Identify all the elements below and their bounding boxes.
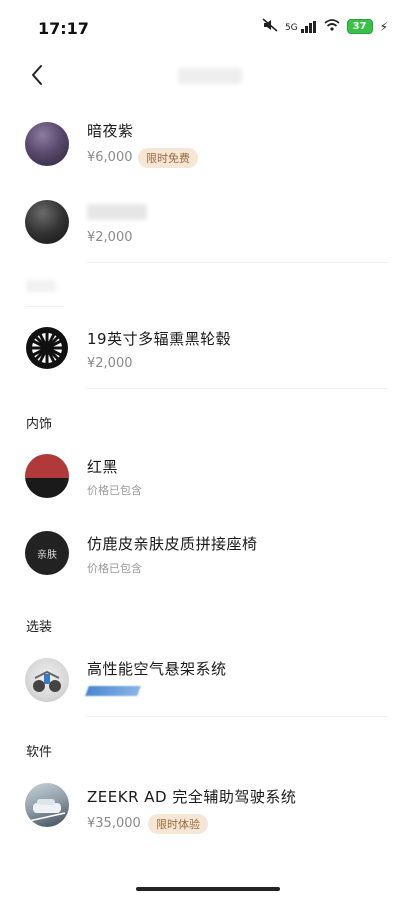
section-title-options: 选装 [26,620,53,635]
signal-icon: 5G [284,20,317,33]
list-item-air-suspension[interactable]: 高性能空气悬架系统 [0,640,414,750]
air-suspension-thumb [25,658,69,702]
status-time: 17:17 [38,19,89,38]
item-title: 高性能空气悬架系统 [87,660,227,678]
divider [87,716,388,717]
item-subtitle: 价格已包含 [87,484,142,497]
wheel-icon [25,326,69,370]
item-price: ¥35,000 [87,816,141,831]
divider [87,262,388,263]
nav-bar [0,56,414,96]
list-item-zeekr-ad[interactable]: ZEEKR AD 完全辅助驾驶系统 ¥35,000 限时体验 [0,770,414,880]
list-item-seat[interactable]: 亲肤 仿鹿皮亲肤皮质拼接座椅 价格已包含 [0,520,414,630]
badge-trial: 限时体验 [148,814,208,834]
section-title-interior: 内饰 [26,417,53,432]
item-subtitle: 价格已包含 [87,562,142,575]
item-price: ¥2,000 [87,230,133,245]
item-title: 19英寸多辐熏黑轮毂 [87,330,232,348]
thumb-label: 亲肤 [37,549,57,561]
item-title: ZEEKR AD 完全辅助驾驶系统 [87,788,297,806]
seat-material-thumb: 亲肤 [25,531,69,575]
wifi-icon [324,19,340,34]
divider [87,388,388,389]
item-title: 暗夜紫 [87,122,134,140]
badge-free: 限时免费 [138,148,198,168]
divider [26,306,64,307]
home-indicator[interactable] [136,887,280,891]
item-title-blurred [87,204,147,220]
item-title: 仿鹿皮亲肤皮质拼接座椅 [87,535,258,553]
color-swatch-black [25,200,69,244]
page-title-blurred [178,68,242,84]
item-title: 红黑 [87,458,119,476]
charging-icon: ⚡ [379,19,388,34]
status-bar: 17:17 5G 37 ⚡ [0,0,414,56]
chevron-left-icon [32,65,42,85]
blurred-label [26,280,56,292]
list-item-paint-purple[interactable]: 暗夜紫 ¥6,000 限时免费 [0,96,414,206]
back-button[interactable] [22,60,52,90]
list-item-black-option[interactable]: ¥2,000 [0,196,414,306]
section-title-software: 软件 [26,745,53,760]
network-type: 5G [284,22,298,33]
list-item-wheels[interactable]: 19英寸多辐熏黑轮毂 ¥2,000 [0,318,414,428]
item-price: ¥2,000 [87,356,133,371]
color-swatch-red-black [25,454,69,498]
zeekr-ad-thumb [25,783,69,827]
battery-icon: 37 [346,19,373,34]
item-price: ¥6,000 [87,150,133,165]
mute-icon [262,18,278,35]
color-swatch-purple [25,122,69,166]
blurred-price-scribble [85,686,141,696]
status-icons: 5G 37 ⚡ [262,18,388,35]
